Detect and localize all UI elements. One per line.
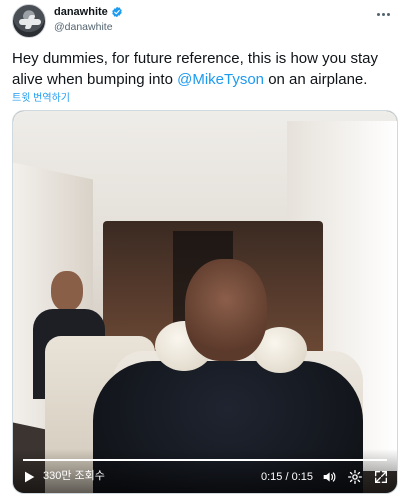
more-dot <box>376 12 380 16</box>
tweet-header: danawhite @danawhite <box>12 4 392 40</box>
play-icon[interactable] <box>21 469 37 485</box>
video-player[interactable]: 330만 조회수 0:15 / 0:15 <box>12 110 398 494</box>
view-count: 330만 조회수 <box>43 470 105 482</box>
settings-icon[interactable] <box>347 469 363 485</box>
user-handle[interactable]: @danawhite <box>54 21 113 33</box>
video-controls: 330만 조회수 0:15 / 0:15 <box>13 449 397 493</box>
tweet-text-after: on an airplane. <box>264 71 368 88</box>
translate-tweet-link[interactable]: 트윗 번역하기 <box>12 89 70 104</box>
background-person-head <box>51 271 83 311</box>
progress-bar[interactable] <box>23 459 387 461</box>
more-dot <box>386 12 390 16</box>
tweet-text: Hey dummies, for future reference, this … <box>12 48 396 90</box>
volume-icon[interactable] <box>321 469 337 485</box>
avatar[interactable] <box>12 4 46 38</box>
more-dot <box>381 12 385 16</box>
name-row: danawhite <box>54 6 123 18</box>
verified-badge-icon <box>112 6 122 18</box>
person-head <box>185 259 267 361</box>
more-icon[interactable] <box>374 8 392 20</box>
fullscreen-icon[interactable] <box>373 469 389 485</box>
progress-fill <box>23 459 387 461</box>
video-time: 0:15 / 0:15 <box>261 471 313 483</box>
display-name[interactable]: danawhite <box>54 6 108 18</box>
mention-link[interactable]: @MikeTyson <box>177 71 264 88</box>
